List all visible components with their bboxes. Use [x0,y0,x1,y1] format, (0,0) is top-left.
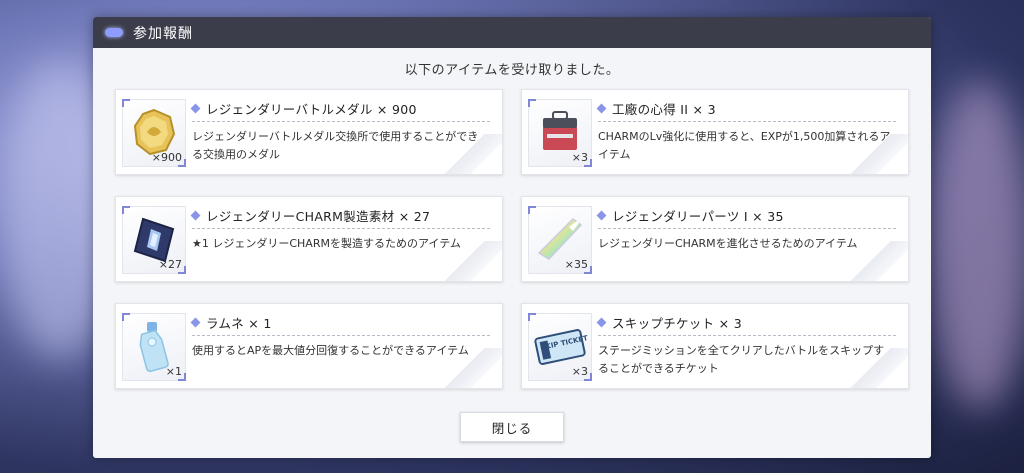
reward-card: ×27 レジェンダリーCHARM製造素材 × 27 ★1 レジェンダリーCHAR… [115,196,503,282]
diamond-bullet-icon [190,103,201,114]
reward-card: ×35 レジェンダリーパーツ I × 35 レジェンダリーCHARMを進化させる… [521,196,909,282]
reward-dialog: 参加報酬 以下のアイテムを受け取りました。 ×900 レジェンダリーバトルメダル… [93,17,931,458]
dialog-subtitle: 以下のアイテムを受け取りました。 [404,63,620,78]
item-name: スキップチケット × 3 [612,316,742,331]
divider [192,228,490,229]
divider [598,335,896,336]
item-icon-frame: SKIP TICKET ×3 [528,313,592,381]
header-pill-icon [105,28,123,37]
diamond-bullet-icon [190,210,201,221]
item-name: ラムネ × 1 [206,316,272,331]
item-quantity: ×3 [571,365,588,378]
item-icon-frame: ×1 [122,313,186,381]
reward-card: SKIP TICKET ×3 スキップチケット × 3 ステージミッションを全て… [521,303,909,389]
diamond-bullet-icon [596,317,607,328]
item-name: 工廠の心得 II × 3 [612,102,716,117]
background-glow-right [930,80,1024,410]
item-quantity: ×3 [571,151,588,164]
item-icon-frame: ×900 [122,99,186,167]
item-icon-frame: ×27 [122,206,186,274]
item-icon-frame: ×35 [528,206,592,274]
divider [192,121,490,122]
item-icon-frame: ×3 [528,99,592,167]
item-description: CHARMのLv強化に使用すると、EXPが1,500加算されるアイテム [598,130,891,161]
item-quantity: ×35 [564,258,588,271]
divider [598,228,896,229]
item-description: レジェンダリーCHARMを進化させるためのアイテム [598,237,858,250]
diamond-bullet-icon [596,103,607,114]
item-description: レジェンダリーバトルメダル交換所で使用することができる交換用のメダル [192,130,479,161]
item-name: レジェンダリーパーツ I × 35 [612,209,784,224]
dialog-title: 参加報酬 [133,25,193,42]
divider [598,121,896,122]
item-quantity: ×27 [158,258,182,271]
item-quantity: ×1 [165,365,182,378]
item-description: ★1 レジェンダリーCHARMを製造するためのアイテム [192,237,461,250]
item-description: ステージミッションを全てクリアしたバトルをスキップすることができるチケット [598,344,885,375]
diamond-bullet-icon [190,317,201,328]
item-quantity: ×900 [151,151,182,164]
item-name: レジェンダリーバトルメダル × 900 [206,102,417,117]
item-description: 使用するとAPを最大値分回復することができるアイテム [192,344,469,357]
reward-card: ×900 レジェンダリーバトルメダル × 900 レジェンダリーバトルメダル交換… [115,89,503,175]
reward-card: ×1 ラムネ × 1 使用するとAPを最大値分回復することができるアイテム [115,303,503,389]
dialog-header: 参加報酬 [93,17,931,48]
diamond-bullet-icon [596,210,607,221]
close-button[interactable]: 閉じる [460,412,564,442]
item-name: レジェンダリーCHARM製造素材 × 27 [206,209,431,224]
reward-card: ×3 工廠の心得 II × 3 CHARMのLv強化に使用すると、EXPが1,5… [521,89,909,175]
divider [192,335,490,336]
